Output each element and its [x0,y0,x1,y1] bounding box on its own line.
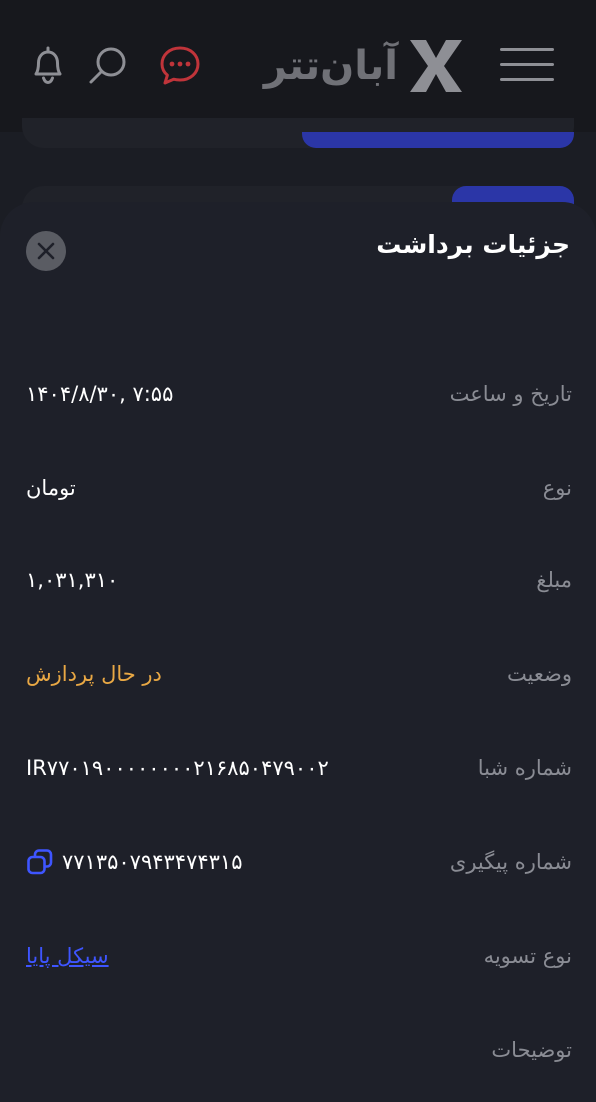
top-header: آبان‌تتر [0,0,596,132]
detail-row-status: در حال پردازش وضعیت [26,654,572,694]
settlement-type-label: نوع تسویه [483,944,572,968]
tracking-value-group: ۷۷۱۳۵۰۷۹۴۳۴۷۴۳۱۵ [26,848,242,876]
detail-row-amount: ۱,۰۳۱,۳۱۰ مبلغ [26,560,572,600]
detail-row-datetime: ۱۴۰۴/۸/۳۰, ۷:۵۵ تاریخ و ساعت [26,374,572,414]
type-label: نوع [542,476,572,500]
description-label: توضیحات [491,1038,572,1062]
status-value: در حال پردازش [26,662,162,686]
detail-row-settlement: سیکل پایا نوع تسویه [26,936,572,976]
background-card [22,118,574,148]
type-value: تومان [26,476,76,500]
iban-label: شماره شبا [477,756,572,780]
brand-logo[interactable]: آبان‌تتر [264,36,464,96]
detail-row-type: تومان نوع [26,468,572,508]
detail-row-description: توضیحات [26,1030,572,1070]
copy-icon[interactable] [26,848,54,876]
tracking-label: شماره پیگیری [449,850,572,874]
sheet-title: جزئیات برداشت [376,230,570,259]
status-label: وضعیت [506,662,572,686]
close-icon [37,242,55,260]
brand-name: آبان‌تتر [263,43,398,89]
x-logo-icon [410,40,462,92]
search-icon[interactable] [86,44,130,88]
detail-row-tracking: ۷۷۱۳۵۰۷۹۴۳۴۷۴۳۱۵ شماره پیگیری [26,842,572,882]
hamburger-menu-icon[interactable] [500,46,554,82]
tracking-value: ۷۷۱۳۵۰۷۹۴۳۴۷۴۳۱۵ [62,850,243,874]
close-button[interactable] [26,231,66,271]
detail-row-iban: IR۷۷۰۱۹۰۰۰۰۰۰۰۰۲۱۶۸۵۰۴۷۹۰۰۲ شماره شبا [26,748,572,788]
amount-value: ۱,۰۳۱,۳۱۰ [26,568,119,592]
withdrawal-details-sheet: جزئیات برداشت ۱۴۰۴/۸/۳۰, ۷:۵۵ تاریخ و سا… [0,202,596,1102]
chat-icon[interactable] [158,44,202,88]
background-card-accent [302,132,574,148]
amount-label: مبلغ [536,568,572,592]
settlement-type-link[interactable]: سیکل پایا [26,944,109,968]
datetime-label: تاریخ و ساعت [449,382,572,406]
bell-icon[interactable] [26,44,70,88]
datetime-value: ۱۴۰۴/۸/۳۰, ۷:۵۵ [26,382,174,406]
iban-value: IR۷۷۰۱۹۰۰۰۰۰۰۰۰۲۱۶۸۵۰۴۷۹۰۰۲ [26,756,329,780]
